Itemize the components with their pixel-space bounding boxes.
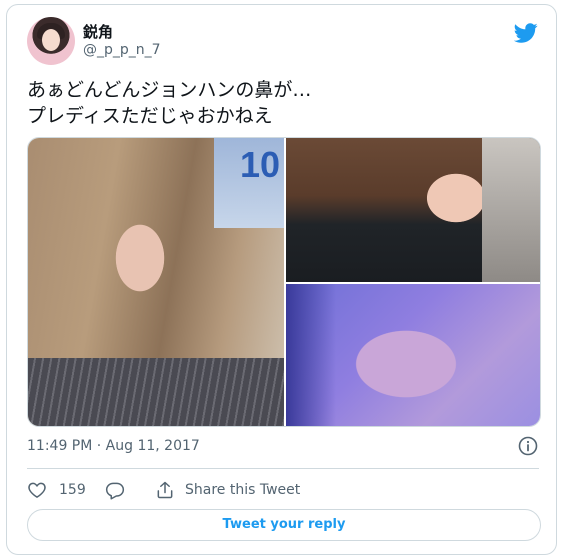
- photo-sign-text: 10: [240, 144, 281, 185]
- reply-bubble-icon: [105, 482, 125, 500]
- tweet-timestamp[interactable]: 11:49 PM · Aug 11, 2017: [27, 438, 200, 454]
- photo-left-profile[interactable]: 10: [28, 138, 284, 426]
- like-count: 159: [59, 482, 86, 498]
- tweet-card: 鋭角 @_p_p_n_7 あぁどんどんジョンハンの鼻が… プレディスただじゃおか…: [6, 4, 557, 555]
- info-icon[interactable]: [518, 436, 538, 456]
- tweet-text: あぁどんどんジョンハンの鼻が… プレディスただじゃおかねえ: [27, 79, 312, 127]
- reply-button[interactable]: [105, 480, 125, 500]
- like-button[interactable]: 159: [27, 480, 86, 500]
- photo-shadow: [286, 284, 336, 426]
- author-display-name[interactable]: 鋭角: [83, 21, 113, 42]
- author-handle[interactable]: @_p_p_n_7: [83, 42, 161, 58]
- share-label: Share this Tweet: [185, 482, 301, 498]
- avatar[interactable]: [27, 17, 75, 65]
- tweet-media-grid[interactable]: 10: [27, 137, 541, 427]
- tweet-your-reply-button[interactable]: Tweet your reply: [27, 509, 541, 541]
- photo-suit: [28, 358, 284, 426]
- photo-background-sign: 10: [214, 138, 284, 228]
- avatar-face: [42, 29, 60, 51]
- share-icon: [157, 481, 173, 499]
- photo-bottom-right[interactable]: [286, 284, 540, 426]
- photo-top-right[interactable]: [286, 138, 540, 282]
- heart-icon: [28, 482, 46, 498]
- twitter-bird-icon[interactable]: [514, 21, 538, 45]
- divider: [27, 468, 539, 469]
- photo-background: [482, 138, 540, 282]
- share-button[interactable]: Share this Tweet: [155, 480, 300, 500]
